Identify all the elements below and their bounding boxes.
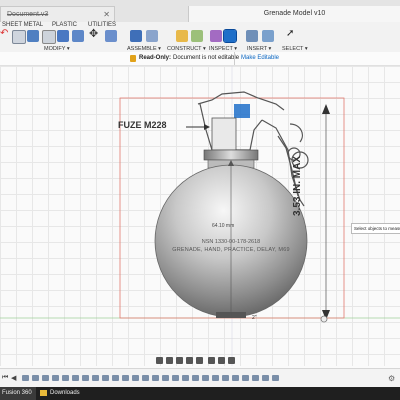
joint-icon[interactable] [146, 30, 158, 42]
tab-grenade-model[interactable]: Grenade Model v10 [188, 6, 400, 22]
timeline-feature[interactable] [72, 375, 79, 381]
undo-icon[interactable]: ↶ [0, 28, 12, 40]
fit-icon[interactable] [196, 357, 203, 364]
read-only-label: Read-Only: [139, 55, 172, 61]
tab-document[interactable]: Document.v3 ✕ [0, 6, 115, 22]
fuze-pin-highlight [234, 104, 250, 118]
grenade-drawing [0, 66, 400, 366]
arrow-up-icon [322, 104, 330, 114]
offset-plane-icon[interactable] [176, 30, 188, 42]
make-editable-button[interactable]: Make Editable [234, 52, 279, 65]
arrow-right-icon [204, 124, 210, 130]
read-only-message: Document is not editable [173, 55, 240, 61]
timeline-feature[interactable] [62, 375, 69, 381]
taskbar-downloads[interactable]: Downloads [38, 387, 200, 400]
combine-icon[interactable] [72, 30, 84, 42]
tab-document-label: Document.v3 [7, 11, 49, 18]
timeline-feature[interactable] [262, 375, 269, 381]
timeline-feature[interactable] [192, 375, 199, 381]
look-at-icon[interactable] [166, 357, 173, 364]
timeline-feature[interactable] [212, 375, 219, 381]
body-stamp-line1: NSN 1330-00-178-2618 [201, 239, 261, 245]
timeline-feature[interactable] [232, 375, 239, 381]
fuze-label: FUZE M228 [118, 120, 167, 130]
timeline-feature[interactable] [182, 375, 189, 381]
timeline-feature[interactable] [162, 375, 169, 381]
shell-icon[interactable] [57, 30, 69, 42]
timeline-feature[interactable] [242, 375, 249, 381]
timeline-feature[interactable] [82, 375, 89, 381]
os-taskbar: Fusion 360 Downloads [0, 387, 400, 400]
insert-mesh-icon[interactable] [246, 30, 258, 42]
measure-icon[interactable] [210, 30, 222, 42]
origin-point-icon [320, 315, 328, 323]
timeline-feature[interactable] [202, 375, 209, 381]
insert-canvas-icon[interactable] [262, 30, 274, 42]
timeline-feature[interactable] [272, 375, 279, 381]
timeline: ⏮ ◀ ⚙ [0, 368, 400, 388]
timeline-feature[interactable] [152, 375, 159, 381]
height-dimension-label: 3.53 IN. MAX [292, 155, 303, 216]
select-cursor-icon[interactable]: ➚ [286, 28, 298, 40]
press-pull-icon[interactable] [12, 30, 26, 44]
timeline-feature[interactable] [172, 375, 179, 381]
timeline-rewind-icon[interactable]: ⏮ [2, 374, 8, 382]
grenade-neck [203, 149, 259, 161]
timeline-feature[interactable] [22, 375, 29, 381]
timeline-feature[interactable] [42, 375, 49, 381]
chamfer-icon[interactable] [42, 30, 56, 44]
read-only-banner: Read-Only: Document is not editable Make… [0, 52, 400, 66]
timeline-feature[interactable] [132, 375, 139, 381]
timeline-feature[interactable] [142, 375, 149, 381]
document-tab-bar: Document.v3 ✕ Grenade Model v10 [0, 0, 400, 23]
body-stamp-line2: GRENADE, HAND, PRACTICE, DELAY, M69 [172, 247, 290, 253]
zoom-icon[interactable] [186, 357, 193, 364]
timeline-step-back-icon[interactable]: ◀ [11, 374, 16, 382]
navigation-bar [150, 356, 250, 366]
timeline-feature[interactable] [32, 375, 39, 381]
viewports-icon[interactable] [228, 357, 235, 364]
align-icon[interactable] [105, 30, 117, 42]
close-icon[interactable]: ✕ [103, 7, 110, 23]
timeline-settings-icon[interactable]: ⚙ [388, 374, 395, 383]
pan-icon[interactable] [176, 357, 183, 364]
lock-icon [130, 55, 136, 62]
orbit-icon[interactable] [156, 357, 163, 364]
design-canvas[interactable]: FUZE M228 3.53 IN. MAX 64.10 mm NSN 1330… [0, 66, 400, 366]
diameter-note: 64.10 mm [212, 223, 235, 229]
bottom-dimension-label: 2" [252, 315, 257, 321]
timeline-feature[interactable] [252, 375, 259, 381]
interference-icon[interactable] [223, 29, 237, 43]
grid-settings-icon[interactable] [218, 357, 225, 364]
measure-tooltip: Select objects to measure [351, 223, 400, 234]
fillet-icon[interactable] [27, 30, 39, 42]
ribbon-tab-plastic[interactable]: PLASTIC [52, 22, 77, 28]
taskbar-fusion-app[interactable]: Fusion 360 [0, 387, 36, 400]
new-component-icon[interactable] [130, 30, 142, 42]
display-settings-icon[interactable] [208, 357, 215, 364]
fuze-body [211, 117, 237, 151]
timeline-feature[interactable] [122, 375, 129, 381]
timeline-feature[interactable] [102, 375, 109, 381]
tab-grenade-label: Grenade Model v10 [263, 10, 326, 17]
timeline-feature[interactable] [92, 375, 99, 381]
move-icon[interactable]: ✥ [89, 27, 101, 40]
timeline-feature[interactable] [112, 375, 119, 381]
timeline-feature[interactable] [222, 375, 229, 381]
plane-at-angle-icon[interactable] [191, 30, 203, 42]
timeline-feature[interactable] [52, 375, 59, 381]
